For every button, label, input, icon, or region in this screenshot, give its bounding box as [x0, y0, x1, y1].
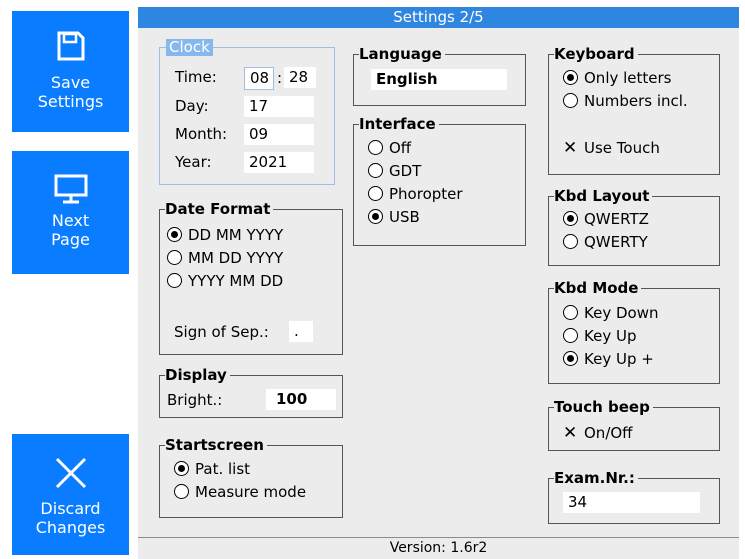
- interface-title: Interface: [359, 115, 439, 133]
- next-page-button[interactable]: Next Page: [12, 151, 129, 274]
- separator-field[interactable]: .: [289, 321, 313, 342]
- discard-label-line1: Discard: [40, 499, 101, 518]
- next-label-line2: Page: [51, 230, 90, 249]
- year-label: Year:: [175, 153, 212, 171]
- radio-icon: [368, 163, 383, 178]
- radio-icon: [563, 328, 578, 343]
- touch-beep-checkbox[interactable]: ✕ On/Off: [563, 424, 633, 442]
- radio-icon: [563, 234, 578, 249]
- year-field[interactable]: 2021: [244, 152, 314, 173]
- next-label-line1: Next: [51, 211, 90, 230]
- radio-selected-icon: [167, 227, 182, 242]
- kbd-mode-option-key-up[interactable]: Key Up: [563, 327, 636, 345]
- radio-icon: [167, 250, 182, 265]
- brightness-field[interactable]: 100: [266, 389, 336, 410]
- discard-label-line2: Changes: [35, 518, 106, 537]
- save-settings-button[interactable]: Save Settings: [12, 11, 129, 132]
- brightness-label: Bright.:: [167, 391, 223, 409]
- day-label: Day:: [175, 97, 209, 115]
- use-touch-checkbox[interactable]: ✕ Use Touch: [563, 139, 660, 157]
- radio-icon: [174, 484, 189, 499]
- radio-selected-icon: [563, 70, 578, 85]
- keyboard-option-numbers-incl[interactable]: Numbers incl.: [563, 92, 688, 110]
- radio-icon: [368, 140, 383, 155]
- kbd-layout-title: Kbd Layout: [554, 187, 653, 205]
- startscreen-group: Startscreen Pat. list Measure mode: [159, 436, 343, 518]
- kbd-layout-group: Kbd Layout QWERTZ QWERTY: [548, 187, 720, 266]
- startscreen-option-measure-mode[interactable]: Measure mode: [174, 483, 306, 501]
- radio-icon: [167, 273, 182, 288]
- kbd-mode-option-key-down[interactable]: Key Down: [563, 304, 658, 322]
- discard-changes-button[interactable]: Discard Changes: [12, 434, 129, 555]
- hour-field[interactable]: 08: [244, 67, 274, 90]
- interface-group: Interface Off GDT Phoropter USB: [353, 115, 526, 246]
- exam-nr-field[interactable]: 34: [563, 492, 700, 513]
- exam-nr-title: Exam.Nr.:: [554, 469, 638, 487]
- kbd-mode-group: Kbd Mode Key Down Key Up Key Up +: [548, 279, 720, 384]
- radio-selected-icon: [563, 351, 578, 366]
- settings-panel: Settings 2/5 Clock Time: 08 : 28 Day: 17…: [138, 7, 739, 559]
- interface-option-off[interactable]: Off: [368, 139, 411, 157]
- page-title: Settings 2/5: [138, 7, 739, 28]
- startscreen-title: Startscreen: [165, 436, 267, 454]
- interface-option-phoropter[interactable]: Phoropter: [368, 185, 463, 203]
- display-title: Display: [165, 366, 230, 384]
- touch-beep-group: Touch beep ✕ On/Off: [548, 398, 720, 451]
- radio-selected-icon: [368, 209, 383, 224]
- kbd-mode-title: Kbd Mode: [554, 279, 642, 297]
- date-format-option-yyyy-mm-dd[interactable]: YYYY MM DD: [167, 272, 283, 290]
- radio-icon: [368, 186, 383, 201]
- month-field[interactable]: 09: [244, 124, 314, 145]
- startscreen-option-pat-list[interactable]: Pat. list: [174, 460, 250, 478]
- time-separator: :: [277, 69, 283, 87]
- keyboard-title: Keyboard: [554, 45, 638, 63]
- checkmark-x-icon: ✕: [563, 423, 578, 443]
- radio-icon: [563, 305, 578, 320]
- month-label: Month:: [175, 125, 228, 143]
- date-format-option-dd-mm-yyyy[interactable]: DD MM YYYY: [167, 226, 283, 244]
- date-format-group: Date Format DD MM YYYY MM DD YYYY YYYY M…: [159, 200, 343, 355]
- language-title: Language: [359, 45, 445, 63]
- interface-option-usb[interactable]: USB: [368, 208, 420, 226]
- language-select[interactable]: English: [371, 69, 507, 90]
- separator-label: Sign of Sep.:: [174, 323, 269, 341]
- keyboard-group: Keyboard Only letters Numbers incl. ✕ Use…: [548, 45, 720, 175]
- save-label-line2: Settings: [37, 92, 104, 111]
- floppy-disk-icon: [57, 31, 84, 61]
- save-label-line1: Save: [50, 73, 91, 92]
- display-group: Display Bright.: 100: [159, 366, 343, 418]
- radio-selected-icon: [174, 461, 189, 476]
- version-label: Version: 1.6r2: [138, 537, 739, 559]
- time-label: Time:: [175, 68, 217, 86]
- monitor-icon: [54, 174, 87, 204]
- kbd-layout-option-qwerty[interactable]: QWERTY: [563, 233, 648, 251]
- exam-nr-group: Exam.Nr.: 34: [548, 469, 720, 524]
- date-format-title: Date Format: [165, 200, 274, 218]
- keyboard-option-only-letters[interactable]: Only letters: [563, 69, 672, 87]
- language-group: Language English: [353, 45, 526, 106]
- minute-field[interactable]: 28: [284, 67, 316, 88]
- touch-beep-title: Touch beep: [554, 398, 653, 416]
- interface-option-gdt[interactable]: GDT: [368, 162, 421, 180]
- clock-group: Clock Time: 08 : 28 Day: 17 Month: 09 Ye…: [159, 39, 335, 185]
- clock-title: Clock: [166, 39, 213, 56]
- day-field[interactable]: 17: [244, 96, 314, 117]
- date-format-option-mm-dd-yyyy[interactable]: MM DD YYYY: [167, 249, 283, 267]
- close-icon: [55, 457, 86, 489]
- kbd-mode-option-key-up-plus[interactable]: Key Up +: [563, 350, 654, 368]
- checkmark-x-icon: ✕: [563, 138, 578, 158]
- radio-icon: [563, 93, 578, 108]
- radio-selected-icon: [563, 211, 578, 226]
- kbd-layout-option-qwertz[interactable]: QWERTZ: [563, 210, 649, 228]
